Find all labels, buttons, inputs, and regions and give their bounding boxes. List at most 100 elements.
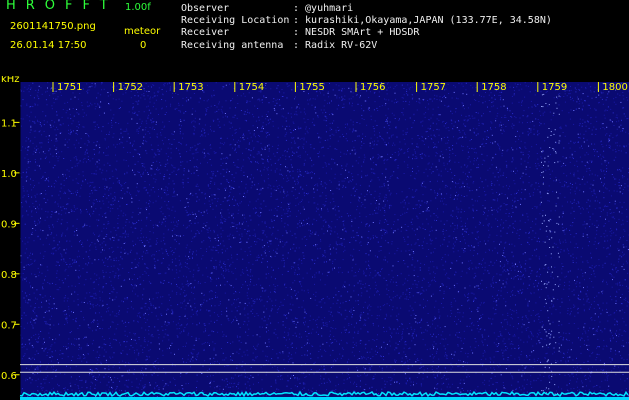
noise-pixel <box>332 262 333 264</box>
noise-pixel <box>244 229 246 230</box>
noise-pixel <box>64 144 66 146</box>
noise-pixel <box>622 284 624 286</box>
noise-pixel <box>525 85 527 87</box>
noise-pixel <box>265 226 267 228</box>
noise-pixel <box>410 244 412 246</box>
noise-pixel <box>530 314 532 316</box>
noise-pixel <box>233 188 235 189</box>
noise-pixel <box>464 230 466 232</box>
noise-pixel <box>434 248 436 249</box>
noise-pixel <box>303 258 305 259</box>
noise-pixel <box>331 366 332 368</box>
noise-pixel <box>200 248 202 249</box>
noise-pixel <box>488 236 490 238</box>
noise-pixel <box>281 260 283 262</box>
noise-pixel <box>587 298 589 300</box>
noise-pixel <box>410 221 412 223</box>
noise-pixel <box>333 120 335 122</box>
noise-pixel <box>563 147 565 149</box>
noise-pixel <box>501 192 503 194</box>
noise-pixel <box>539 193 541 195</box>
noise-pixel <box>311 165 313 167</box>
noise-pixel <box>252 263 254 265</box>
noise-pixel <box>420 319 422 321</box>
noise-pixel <box>250 310 252 312</box>
noise-pixel <box>571 207 573 209</box>
noise-pixel <box>502 124 504 125</box>
noise-pixel <box>394 160 396 162</box>
noise-pixel <box>436 128 438 130</box>
noise-pixel <box>434 306 436 308</box>
noise-pixel <box>530 130 532 132</box>
noise-pixel <box>599 386 601 388</box>
noise-pixel <box>196 183 198 185</box>
noise-pixel <box>442 306 444 308</box>
noise-pixel <box>245 267 247 269</box>
noise-pixel <box>467 374 469 376</box>
noise-pixel <box>358 227 360 229</box>
noise-pixel <box>26 88 28 90</box>
noise-pixel <box>451 306 453 308</box>
noise-pixel <box>546 335 548 337</box>
noise-pixel <box>581 337 583 339</box>
noise-pixel <box>276 248 278 250</box>
noise-pixel <box>110 122 112 124</box>
noise-pixel <box>469 249 471 251</box>
noise-pixel <box>75 269 77 271</box>
noise-pixel <box>146 358 148 360</box>
noise-pixel <box>31 396 33 398</box>
noise-pixel <box>454 225 456 226</box>
noise-pixel <box>310 369 312 370</box>
noise-pixel <box>458 208 460 210</box>
noise-pixel <box>438 160 440 162</box>
noise-pixel <box>178 110 180 112</box>
noise-pixel <box>249 215 251 217</box>
noise-pixel <box>399 118 400 120</box>
noise-pixel <box>292 282 294 284</box>
noise-pixel <box>551 170 553 172</box>
noise-pixel <box>102 249 103 251</box>
noise-pixel <box>342 229 344 231</box>
noise-pixel <box>416 146 418 148</box>
noise-pixel <box>24 278 26 280</box>
noise-pixel <box>277 229 279 231</box>
noise-pixel <box>309 157 311 159</box>
noise-pixel <box>114 339 116 340</box>
noise-pixel <box>599 216 601 218</box>
noise-pixel <box>94 128 96 130</box>
noise-pixel <box>46 366 48 368</box>
noise-pixel <box>220 236 222 238</box>
noise-pixel <box>430 243 432 245</box>
noise-pixel <box>516 232 518 234</box>
noise-pixel <box>429 348 431 350</box>
noise-pixel <box>359 197 361 199</box>
noise-pixel <box>30 264 32 265</box>
noise-pixel <box>477 112 479 114</box>
noise-pixel <box>519 228 521 230</box>
noise-pixel <box>226 392 228 394</box>
filename-label: 2601141750.png <box>10 21 96 32</box>
noise-pixel <box>472 87 474 89</box>
noise-pixel <box>444 326 446 328</box>
noise-pixel <box>88 326 90 328</box>
noise-pixel <box>104 368 106 370</box>
noise-pixel <box>299 187 301 189</box>
noise-pixel <box>292 177 294 179</box>
noise-pixel <box>570 349 572 351</box>
noise-pixel <box>602 279 604 281</box>
noise-pixel <box>348 171 350 173</box>
noise-pixel <box>256 356 258 358</box>
noise-pixel <box>301 199 303 201</box>
noise-pixel <box>266 116 268 117</box>
noise-pixel <box>355 275 357 277</box>
noise-pixel <box>434 136 436 138</box>
noise-pixel <box>520 278 522 280</box>
noise-pixel <box>573 143 575 144</box>
noise-pixel <box>560 96 562 98</box>
timestamp-label: 26.01.14 17:50 <box>10 40 87 51</box>
noise-pixel <box>267 111 269 113</box>
noise-pixel <box>215 205 217 207</box>
noise-pixel <box>421 332 423 334</box>
noise-pixel <box>151 164 153 166</box>
noise-pixel <box>34 312 36 314</box>
